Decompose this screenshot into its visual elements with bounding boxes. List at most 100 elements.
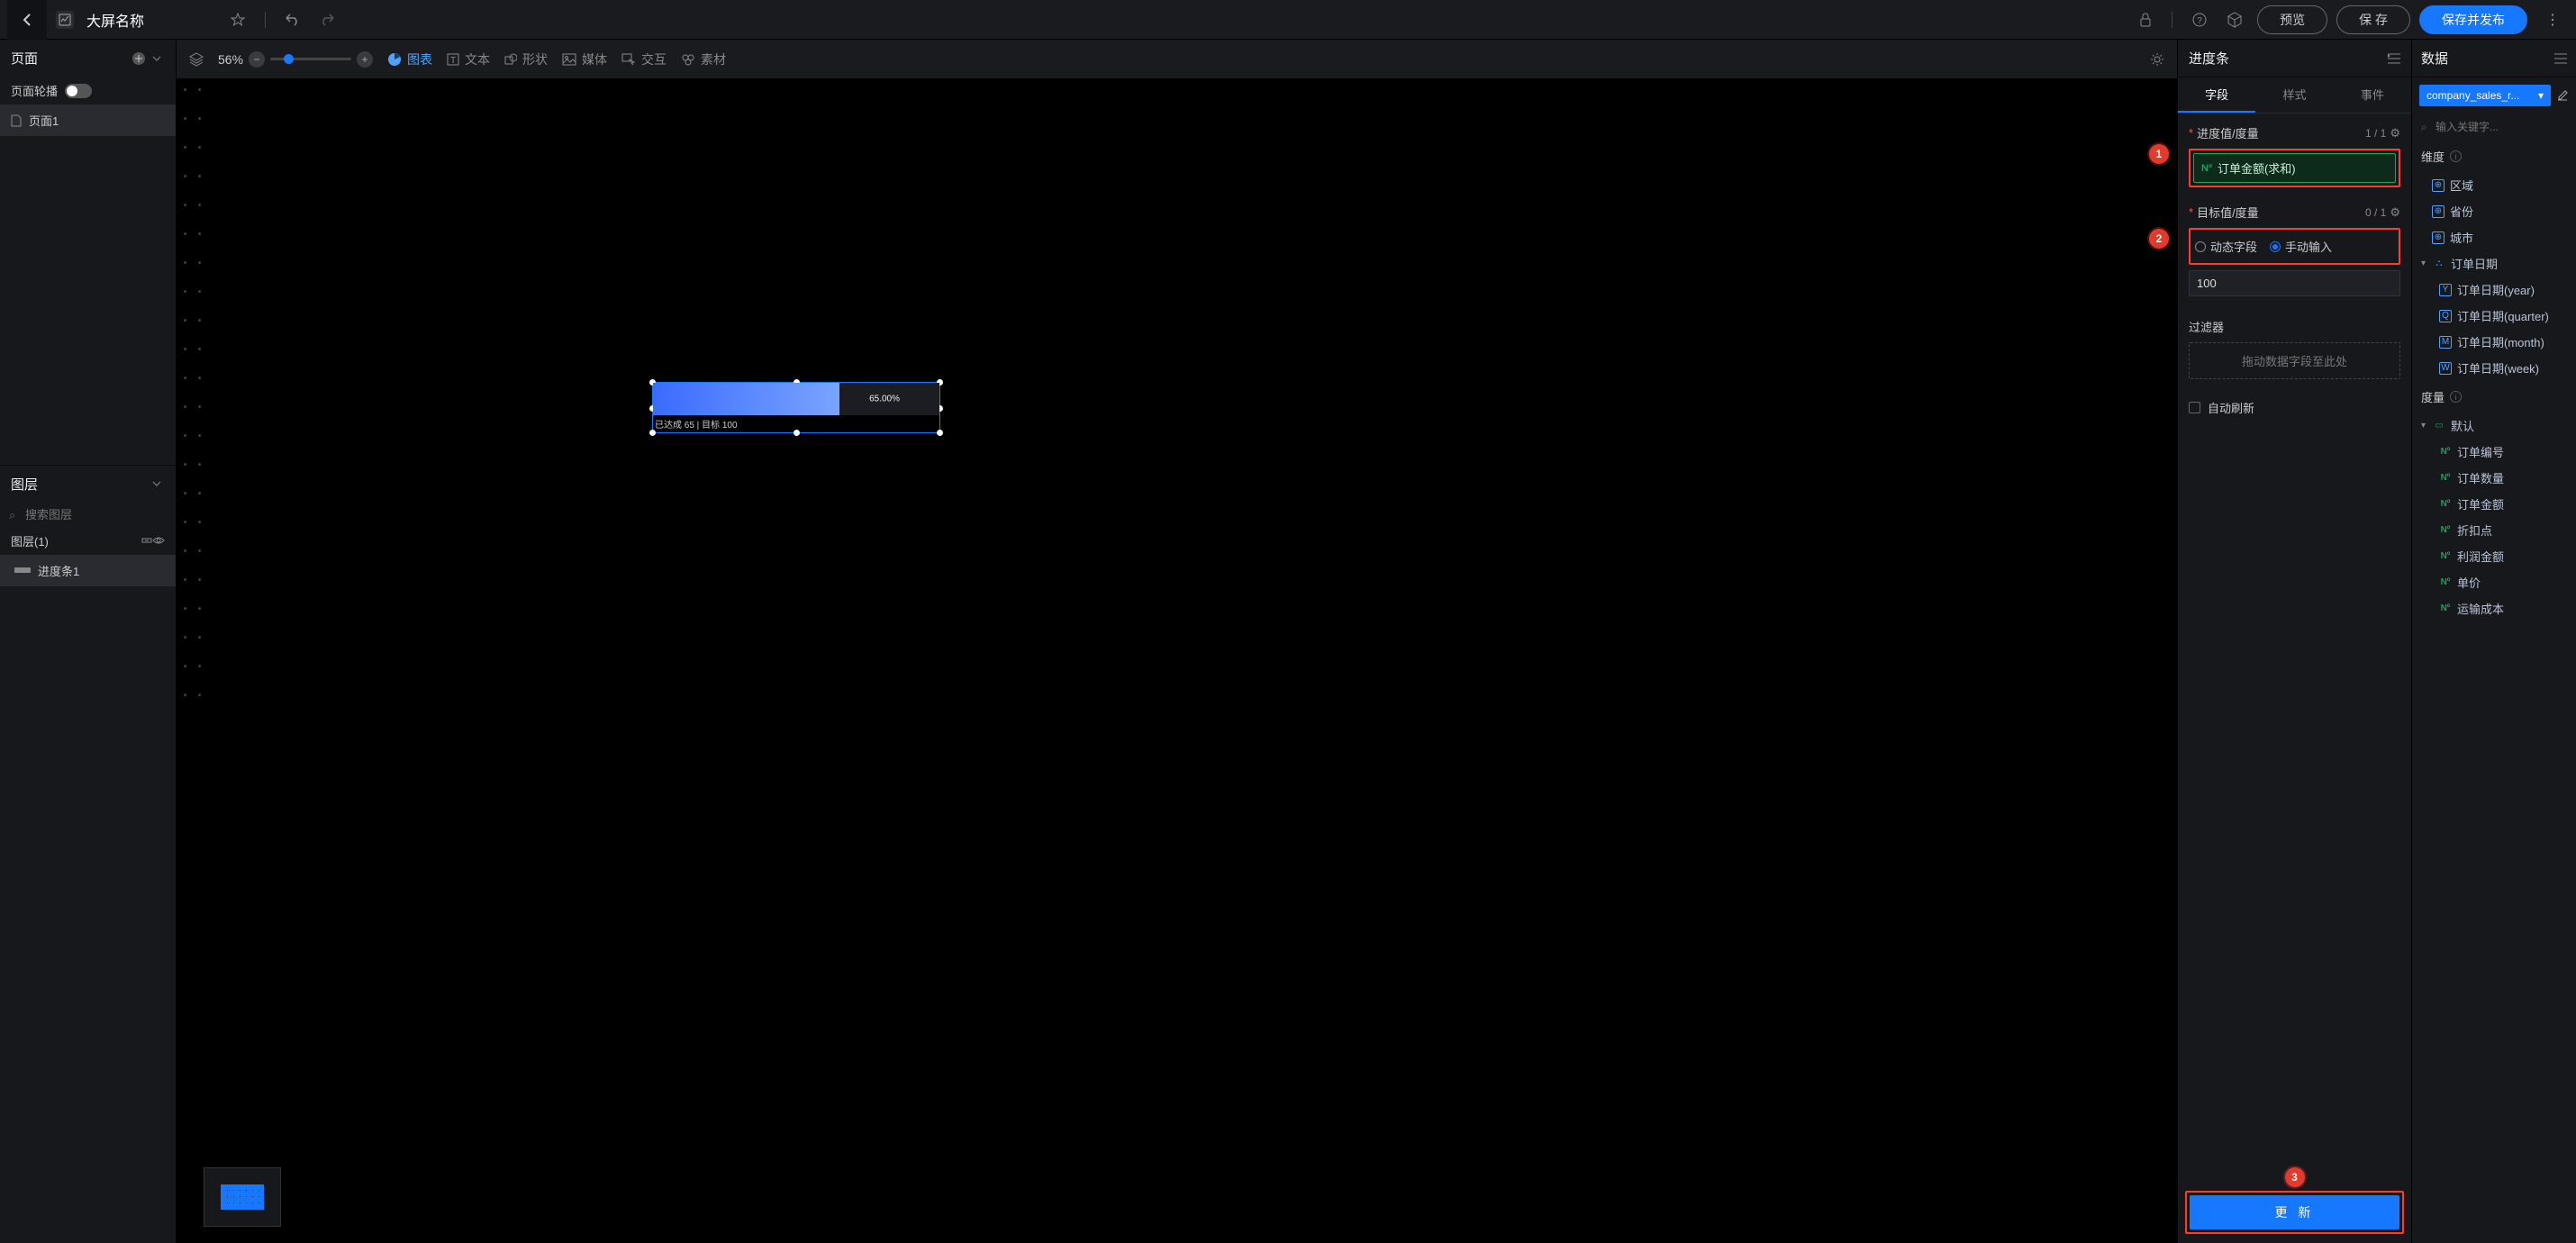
save-publish-button[interactable]: 保存并发布 (2419, 5, 2527, 34)
layers-header: 图层 (0, 466, 176, 503)
props-menu-icon[interactable] (2388, 53, 2400, 64)
field-profit[interactable]: Nº利润金额 (2412, 543, 2576, 569)
annotation-box-2: 动态字段 手动输入 (2189, 228, 2400, 265)
progress-widget[interactable]: 65.00% 已达成 65 | 目标 100 (652, 382, 940, 433)
layers-count-row[interactable]: 图层(1) (0, 527, 176, 555)
tool-chart[interactable]: 图表 (387, 50, 432, 68)
data-search-input[interactable] (2419, 117, 2576, 137)
layer-item-label: 进度条1 (38, 562, 79, 579)
layers-stack-icon[interactable] (189, 52, 204, 67)
progress-bar-icon (14, 567, 31, 573)
field-shipping[interactable]: Nº运输成本 (2412, 595, 2576, 622)
tab-event[interactable]: 事件 (2334, 77, 2411, 113)
props-title: 进度条 (2189, 49, 2229, 68)
field-date-week[interactable]: W订单日期(week) (2412, 355, 2576, 381)
pill-label: 订单金额(求和) (2218, 159, 2296, 177)
tool-shape[interactable]: 形状 (504, 50, 548, 68)
auto-refresh-row[interactable]: 自动刷新 (2178, 390, 2411, 425)
radio-dynamic[interactable]: 动态字段 (2195, 238, 2257, 255)
back-button[interactable] (7, 0, 47, 40)
tool-media[interactable]: 媒体 (562, 50, 607, 68)
layers-search-input[interactable] (0, 503, 176, 527)
undo-icon[interactable] (280, 10, 305, 30)
zoom-in-button[interactable]: + (357, 51, 373, 68)
chevron-down-icon[interactable]: ▾ (2421, 421, 2426, 431)
page-item-1[interactable]: 页面1 (0, 104, 176, 136)
tool-text[interactable]: T文本 (447, 50, 490, 68)
props-tabs: 字段 样式 事件 (2178, 77, 2411, 113)
date-icon: Y (2439, 284, 2452, 296)
collapse-layers-icon[interactable] (149, 476, 165, 491)
help-icon[interactable]: ? (2187, 9, 2212, 31)
chevron-down-icon[interactable]: ▾ (2421, 259, 2426, 268)
props-header: 进度条 (2178, 40, 2411, 77)
add-page-icon[interactable] (129, 50, 149, 68)
field-date-year[interactable]: Y订单日期(year) (2412, 277, 2576, 303)
layer-item-progress[interactable]: 进度条1 (0, 555, 176, 586)
canvas-viewport[interactable]: 65.00% 已达成 65 | 目标 100 (177, 79, 2177, 1243)
tab-field[interactable]: 字段 (2178, 77, 2255, 113)
tool-interact[interactable]: 交互 (621, 50, 667, 68)
field-settings-icon[interactable]: ⚙ (2390, 126, 2400, 141)
resize-handle[interactable] (937, 430, 943, 436)
data-menu-icon[interactable] (2554, 53, 2567, 64)
canvas-area: 56% − + 图表 T文本 形状 媒体 交互 素材 (177, 40, 2177, 1243)
field-date-quarter[interactable]: Q订单日期(quarter) (2412, 303, 2576, 329)
progress-field-pill[interactable]: Nº 订单金额(求和) (2193, 153, 2396, 183)
field-region[interactable]: ⊕区域 (2412, 172, 2576, 198)
zoom-control: 56% − + (218, 51, 373, 68)
redo-icon[interactable] (314, 10, 340, 30)
field-order-amt[interactable]: Nº订单金额 (2412, 491, 2576, 517)
settings-icon[interactable] (2150, 52, 2164, 67)
search-icon: ⌕ (2421, 121, 2427, 134)
resize-handle[interactable] (649, 430, 656, 436)
field-date-month[interactable]: M订单日期(month) (2412, 329, 2576, 355)
field-price[interactable]: Nº单价 (2412, 569, 2576, 595)
tab-style[interactable]: 样式 (2255, 77, 2333, 113)
top-header: 大屏名称 ? 预览 保 存 保存并发布 ⋮ (0, 0, 2576, 40)
lock-icon[interactable] (2134, 9, 2157, 31)
filter-dropzone[interactable]: 拖动数据字段至此处 (2189, 342, 2400, 379)
info-icon[interactable]: i (2450, 391, 2462, 403)
update-button[interactable]: 更 新 (2190, 1195, 2399, 1229)
field-settings-icon[interactable]: ⚙ (2390, 205, 2400, 220)
field-city[interactable]: ⊕城市 (2412, 224, 2576, 250)
field-order-no[interactable]: Nº订单编号 (2412, 439, 2576, 465)
field-order-date-group[interactable]: ▾⛬订单日期 (2412, 250, 2576, 277)
field-order-qty[interactable]: Nº订单数量 (2412, 465, 2576, 491)
checkbox-icon[interactable] (2189, 402, 2200, 413)
dataset-dropdown[interactable]: company_sales_r... ▾ (2419, 85, 2551, 106)
layer-visible-icon[interactable] (152, 536, 165, 545)
cube-icon[interactable] (2221, 8, 2248, 32)
zoom-out-button[interactable]: − (249, 51, 265, 68)
collapse-pages-icon[interactable] (149, 51, 165, 66)
more-menu-icon[interactable]: ⋮ (2536, 7, 2569, 32)
dimensions-header: 维度i (2412, 141, 2576, 172)
edit-dataset-icon[interactable] (2556, 89, 2569, 102)
number-icon: Nº (2439, 603, 2452, 615)
field-province[interactable]: ⊕省份 (2412, 198, 2576, 224)
dataset-name: company_sales_r... (2426, 89, 2538, 102)
preview-button[interactable]: 预览 (2257, 5, 2327, 34)
canvas[interactable]: 65.00% 已达成 65 | 目标 100 (267, 79, 2177, 1178)
properties-panel: 进度条 字段 样式 事件 *进度值/度量 1 / 1 ⚙ 1 Nº (2177, 40, 2411, 1243)
zoom-slider[interactable] (270, 58, 351, 60)
star-icon[interactable] (225, 9, 250, 31)
zoom-value: 56% (218, 52, 243, 67)
date-icon: M (2439, 336, 2452, 349)
field-discount[interactable]: Nº折扣点 (2412, 517, 2576, 543)
data-panel: 数据 company_sales_r... ▾ ⌕ ↻ + (2411, 40, 2576, 1243)
date-icon: Q (2439, 310, 2452, 322)
field-default-group[interactable]: ▾▭默认 (2412, 413, 2576, 439)
resize-handle[interactable] (794, 430, 800, 436)
tool-material[interactable]: 素材 (681, 50, 726, 68)
save-button[interactable]: 保 存 (2336, 5, 2410, 34)
target-value-input[interactable] (2189, 270, 2400, 296)
page-thumbnail[interactable] (204, 1167, 281, 1227)
left-panel: 页面 页面轮播 页面1 图层 ⌕ (0, 40, 177, 1243)
info-icon[interactable]: i (2450, 150, 2462, 162)
radio-manual[interactable]: 手动输入 (2270, 238, 2332, 255)
layer-collapse-icon[interactable] (141, 535, 152, 546)
carousel-switch[interactable] (65, 84, 92, 98)
page-item-label: 页面1 (29, 112, 59, 129)
